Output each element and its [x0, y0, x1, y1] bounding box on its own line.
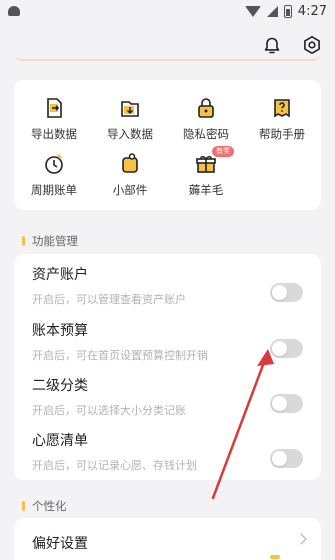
feature-row-ledger-budget: 账本预算 开启后，可在首页设置预算控制开销 [32, 320, 303, 376]
tool-label: 导出数据 [31, 127, 77, 141]
feature-title: 心愿清单 [32, 433, 88, 449]
preferences-card[interactable]: 偏好设置 [14, 518, 321, 560]
toggle-knob [272, 341, 287, 356]
toggle-knob [272, 451, 287, 466]
tool-wool-pulling[interactable]: 有奖 薅羊毛 [168, 146, 244, 198]
wifi-icon [244, 5, 261, 17]
feature-row-asset-account: 资产账户 开启后，可以管理查看资产账户 [32, 264, 303, 320]
toggle-knob [272, 285, 287, 300]
tool-cycle-bill[interactable]: 周期账单 [16, 152, 92, 198]
ledger-budget-toggle[interactable] [270, 339, 303, 358]
feature-title: 资产账户 [32, 267, 88, 283]
features-card: 资产账户 开启后，可以管理查看资产账户 账本预算 开启后，可在首页设置预算控制开… [14, 254, 321, 480]
section-title-personalization: 个性化 [22, 498, 67, 514]
cycle-icon [45, 153, 63, 174]
bottom-accent-mark [270, 555, 280, 559]
tool-label: 薅羊毛 [188, 183, 224, 197]
tool-help-manual[interactable]: 帮助手册 [244, 96, 320, 142]
tool-widget[interactable]: 小部件 [92, 152, 168, 198]
section-accent [22, 236, 25, 246]
section-title-features: 功能管理 [22, 233, 78, 249]
lock-icon [198, 98, 214, 118]
widget-icon [122, 153, 138, 173]
feature-description: 开启后，可在首页设置预算控制开销 [32, 349, 208, 362]
section-label: 功能管理 [32, 234, 78, 248]
tool-label: 帮助手册 [259, 127, 305, 141]
feature-description: 开启后，可以管理查看资产账户 [32, 293, 186, 306]
section-accent [22, 501, 25, 511]
export-icon [47, 98, 62, 118]
asset-account-toggle[interactable] [270, 283, 303, 302]
status-bar: 4:27 [0, 0, 335, 22]
feature-title: 账本预算 [32, 323, 88, 339]
gear-icon-svg [304, 36, 320, 54]
feature-row-secondary-category: 二级分类 开启后，可以选择大小分类记账 [32, 375, 303, 431]
chevron-right-icon [295, 533, 307, 545]
header-actions [261, 34, 323, 56]
feature-title: 二级分类 [32, 378, 88, 394]
bell-icon[interactable] [261, 34, 283, 56]
import-icon [121, 101, 139, 117]
signal-icon [266, 5, 278, 17]
android-icon [8, 6, 20, 16]
feature-row-wish-list: 心愿清单 开启后，可以记录心愿、存钱计划 [32, 430, 303, 486]
wish-list-toggle[interactable] [270, 449, 303, 468]
help-icon [274, 99, 290, 118]
tool-export-data[interactable]: 导出数据 [16, 96, 92, 142]
bell-icon-svg [264, 37, 280, 53]
prize-badge: 有奖 [212, 146, 234, 157]
clock-time: 4:27 [297, 3, 327, 19]
preferences-label: 偏好设置 [32, 536, 88, 552]
gear-icon[interactable] [301, 34, 323, 56]
status-indicators: 4:27 [244, 3, 327, 19]
feature-description: 开启后，可以记录心愿、存钱计划 [32, 459, 197, 472]
section-label: 个性化 [32, 499, 67, 513]
secondary-category-toggle[interactable] [270, 394, 303, 413]
tool-import-data[interactable]: 导入数据 [92, 96, 168, 142]
tool-label: 隐私密码 [183, 127, 229, 141]
feature-description: 开启后，可以选择大小分类记账 [32, 404, 186, 417]
battery-icon [283, 4, 292, 18]
tools-card: 导出数据 导入数据 隐私密码 帮助手册 周期账单 小部件 有奖 薅羊毛 [14, 80, 321, 210]
tool-label: 小部件 [112, 183, 148, 197]
toggle-knob [272, 396, 287, 411]
tool-privacy-password[interactable]: 隐私密码 [168, 96, 244, 142]
top-card-edge [15, 54, 320, 61]
tool-label: 导入数据 [107, 127, 153, 141]
tool-label: 周期账单 [31, 183, 77, 197]
gift-icon-wrapper: 有奖 [168, 146, 244, 176]
